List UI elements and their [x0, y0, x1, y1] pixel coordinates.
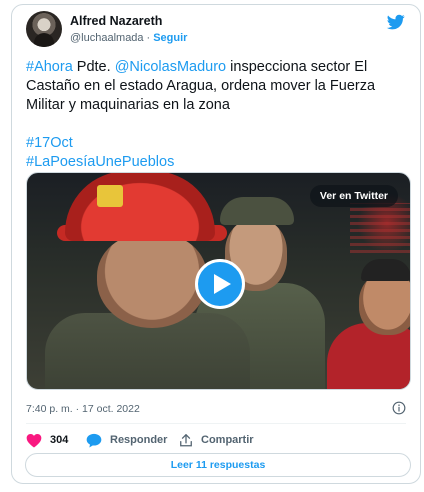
- tweet-text: #Ahora Pdte. @NicolasMaduro inspecciona …: [26, 58, 411, 172]
- thumbnail-person-right-face: [359, 273, 410, 335]
- info-icon[interactable]: [392, 401, 406, 415]
- read-replies-button[interactable]: Leer 11 respuestas: [25, 453, 411, 477]
- avatar[interactable]: [26, 11, 62, 47]
- separator-dot: ·: [146, 32, 151, 44]
- like-count: 304: [50, 434, 69, 446]
- tweet-paragraph-hashtags: #17Oct #LaPoesíaUnePueblos: [26, 134, 411, 172]
- tweet-paragraph-main: #Ahora Pdte. @NicolasMaduro inspecciona …: [26, 58, 411, 115]
- watch-on-twitter-button[interactable]: Ver en Twitter: [309, 185, 398, 207]
- author-name[interactable]: Alfred Nazareth: [70, 14, 162, 28]
- thumbnail-helmet: [65, 173, 215, 241]
- divider: [26, 423, 406, 424]
- reply-bubble-icon: [86, 433, 102, 447]
- thumbnail-person-center-cap: [220, 197, 294, 225]
- hashtag-ahora[interactable]: #Ahora: [26, 59, 73, 75]
- heart-icon: [26, 433, 42, 447]
- tweet-text-a: Pdte.: [72, 59, 115, 75]
- reply-button[interactable]: Responder: [86, 431, 167, 449]
- thumbnail-person-right-cap: [361, 259, 410, 281]
- follow-button[interactable]: Seguir: [153, 32, 187, 44]
- twitter-bird-icon[interactable]: [386, 13, 406, 31]
- tweet-card: Alfred Nazareth @luchaalmada · Seguir #Aho…: [11, 4, 421, 484]
- share-label: Compartir: [201, 434, 254, 446]
- like-button[interactable]: 304: [26, 431, 68, 449]
- reply-label: Responder: [110, 434, 168, 446]
- thumbnail-helmet-badge: [97, 185, 123, 207]
- thumbnail-person-left-face: [97, 233, 207, 328]
- timestamp[interactable]: 7:40 p. m. · 17 oct. 2022: [26, 403, 140, 415]
- action-bar: 304 Responder Compartir: [26, 431, 406, 449]
- thumbnail-stripes: [350, 203, 410, 253]
- tweet-meta: 7:40 p. m. · 17 oct. 2022: [26, 401, 406, 417]
- hashtag-17oct[interactable]: #17Oct: [26, 135, 73, 151]
- share-upload-icon: [180, 433, 192, 446]
- author-subline: @luchaalmada · Seguir: [70, 32, 187, 44]
- mention-nicolasmaduro[interactable]: @NicolasMaduro: [115, 59, 226, 75]
- hashtag-lapoesia[interactable]: #LaPoesíaUnePueblos: [26, 154, 174, 170]
- video-player[interactable]: Ver en Twitter: [26, 172, 411, 390]
- author-handle[interactable]: @luchaalmada: [70, 32, 144, 44]
- play-button[interactable]: [195, 259, 245, 309]
- share-button[interactable]: Compartir: [179, 431, 254, 449]
- tweet-header: Alfred Nazareth @luchaalmada · Seguir: [26, 11, 406, 51]
- play-icon: [214, 274, 231, 294]
